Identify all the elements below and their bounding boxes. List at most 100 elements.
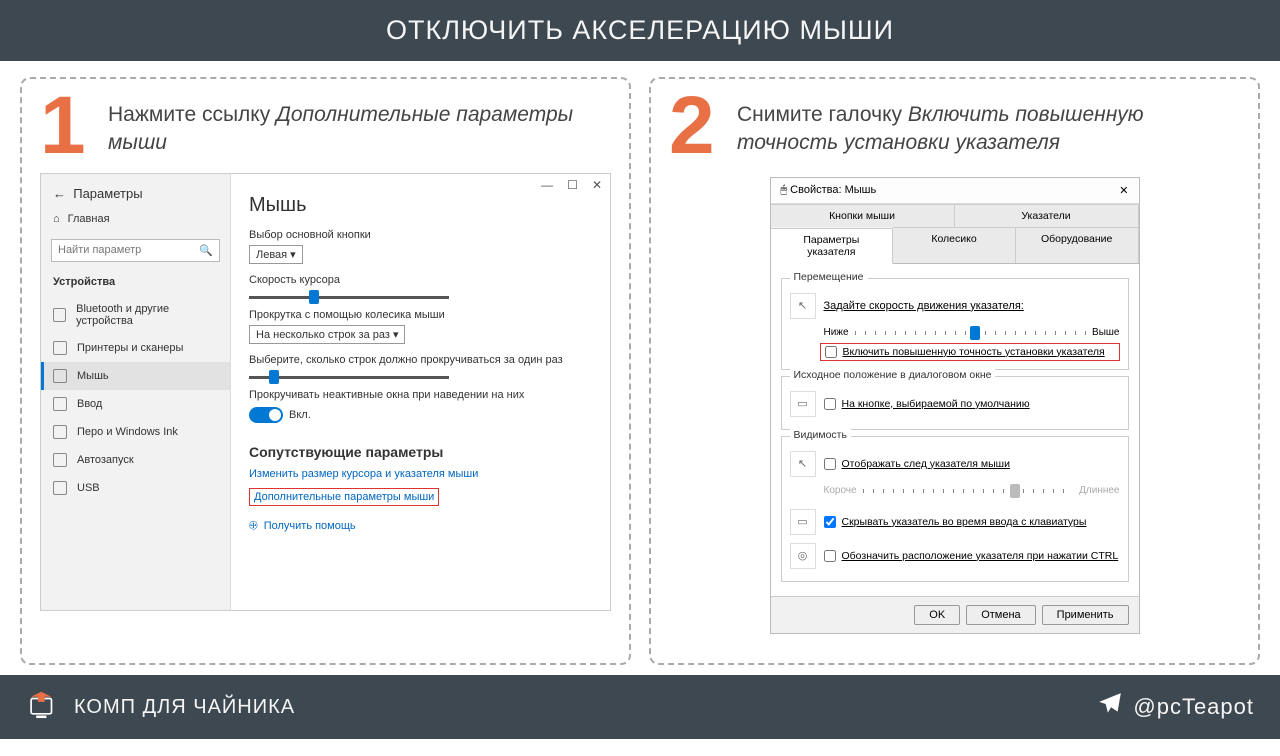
sidebar-label: Мышь bbox=[77, 370, 109, 382]
ok-button[interactable]: OK bbox=[914, 605, 960, 625]
maximize-icon[interactable]: ☐ bbox=[567, 178, 578, 192]
dialog-buttons: OK Отмена Применить bbox=[771, 596, 1139, 633]
sidebar-category: Устройства bbox=[41, 268, 230, 296]
trail-icon: ↖ bbox=[790, 451, 816, 477]
mouse-icon bbox=[53, 369, 67, 383]
help-link[interactable]: 🕀 Получить помощь bbox=[249, 520, 592, 533]
trail-short: Короче bbox=[824, 485, 857, 496]
search-input[interactable]: Найти параметр🔍 bbox=[51, 239, 220, 262]
sidebar-label: Bluetooth и другие устройства bbox=[76, 303, 218, 327]
autoplay-icon bbox=[53, 453, 67, 467]
group-snap-to: Исходное положение в диалоговом окне ▭ Н… bbox=[781, 376, 1129, 430]
sidebar-item-autoplay[interactable]: Автозапуск bbox=[41, 446, 230, 474]
footer-telegram[interactable]: @pcTeapot bbox=[1097, 691, 1254, 723]
printer-icon bbox=[53, 341, 67, 355]
tab-buttons[interactable]: Кнопки мыши bbox=[771, 204, 955, 227]
sidebar-item-mouse[interactable]: Мышь bbox=[41, 362, 230, 390]
primary-button-select[interactable]: Левая ▾ bbox=[249, 245, 303, 264]
link-additional-mouse-params[interactable]: Дополнительные параметры мыши bbox=[249, 488, 439, 506]
checkbox-label: Включить повышенную точность установки у… bbox=[843, 346, 1105, 358]
tab-hardware[interactable]: Оборудование bbox=[1016, 227, 1139, 263]
slider-low: Ниже bbox=[824, 327, 849, 338]
step-2-caption-plain: Снимите галочку bbox=[737, 103, 908, 126]
cancel-button[interactable]: Отмена bbox=[966, 605, 1035, 625]
sidebar-home[interactable]: ⌂ Главная bbox=[41, 205, 230, 233]
content: 1 Нажмите ссылку Дополнительные параметр… bbox=[0, 61, 1280, 665]
group-vis-title: Видимость bbox=[790, 429, 851, 441]
scroll-select[interactable]: На несколько строк за раз ▾ bbox=[249, 325, 405, 344]
help-icon: 🕀 bbox=[249, 520, 258, 533]
related-heading: Сопутствующие параметры bbox=[249, 444, 592, 460]
group-motion-title: Перемещение bbox=[790, 271, 868, 283]
close-icon[interactable]: ✕ bbox=[592, 178, 602, 192]
checkbox-snap-to[interactable]: На кнопке, выбираемой по умолчанию bbox=[824, 398, 1030, 410]
close-icon[interactable]: ✕ bbox=[1119, 184, 1128, 197]
checkbox-input[interactable] bbox=[824, 550, 836, 562]
back-button[interactable]: ← Параметры bbox=[41, 182, 230, 205]
lines-label: Выберите, сколько строк должно прокручив… bbox=[249, 354, 592, 366]
dialog-titlebar: 🖱 Свойства: Мышь ✕ bbox=[771, 178, 1139, 204]
page-title: ОТКЛЮЧИТЬ АКСЕЛЕРАЦИЮ МЫШИ bbox=[0, 0, 1280, 61]
tabs-row-2: Параметры указателя Колесико Оборудовани… bbox=[771, 227, 1139, 264]
step-2-panel: 2 Снимите галочку Включить повышенную то… bbox=[649, 77, 1260, 665]
step-1-number: 1 bbox=[40, 89, 96, 163]
sidebar-label: Автозапуск bbox=[77, 454, 134, 466]
toggle-state: Вкл. bbox=[289, 409, 311, 421]
app-title: Параметры bbox=[73, 186, 142, 201]
lines-slider[interactable] bbox=[249, 376, 449, 379]
checkbox-trail[interactable]: Отображать след указателя мыши bbox=[824, 458, 1010, 470]
dialog-title: Свойства: Мышь bbox=[790, 184, 876, 196]
sidebar-item-printers[interactable]: Принтеры и сканеры bbox=[41, 334, 230, 362]
sidebar-label: Ввод bbox=[77, 398, 102, 410]
tab-wheel[interactable]: Колесико bbox=[893, 227, 1016, 263]
pen-icon bbox=[53, 425, 67, 439]
checkbox-label: На кнопке, выбираемой по умолчанию bbox=[842, 398, 1030, 410]
tabs-row-1: Кнопки мыши Указатели bbox=[771, 204, 1139, 227]
sidebar-item-pen[interactable]: Перо и Windows Ink bbox=[41, 418, 230, 446]
sidebar-label: Перо и Windows Ink bbox=[77, 426, 178, 438]
sidebar-label: Принтеры и сканеры bbox=[77, 342, 183, 354]
sidebar-item-usb[interactable]: USB bbox=[41, 474, 230, 502]
snap-to-icon: ▭ bbox=[790, 391, 816, 417]
home-label: Главная bbox=[68, 213, 110, 225]
cursor-speed-slider[interactable] bbox=[249, 296, 449, 299]
toggle-switch-icon bbox=[249, 407, 283, 423]
minimize-icon[interactable]: — bbox=[541, 178, 553, 192]
sidebar-label: USB bbox=[77, 482, 100, 494]
footer-brand-text: КОМП ДЛЯ ЧАЙНИКА bbox=[74, 696, 295, 719]
link-cursor-size[interactable]: Изменить размер курсора и указателя мыши bbox=[249, 468, 592, 480]
checkbox-ctrl-locate[interactable]: Обозначить расположение указателя при на… bbox=[824, 550, 1119, 562]
group-snap-title: Исходное положение в диалоговом окне bbox=[790, 369, 996, 381]
keyboard-icon bbox=[53, 397, 67, 411]
step-1-caption-plain: Нажмите ссылку bbox=[108, 103, 276, 126]
help-label: Получить помощь bbox=[264, 520, 356, 532]
checkbox-hide-typing[interactable]: Скрывать указатель во время ввода с клав… bbox=[824, 516, 1087, 528]
speed-label: Задайте скорость движения указателя: bbox=[824, 300, 1024, 312]
checkbox-input[interactable] bbox=[824, 516, 836, 528]
sidebar-item-typing[interactable]: Ввод bbox=[41, 390, 230, 418]
step-1-panel: 1 Нажмите ссылку Дополнительные параметр… bbox=[20, 77, 631, 665]
home-icon: ⌂ bbox=[53, 213, 60, 225]
search-icon: 🔍 bbox=[199, 244, 213, 257]
scroll-label: Прокрутка с помощью колесика мыши bbox=[249, 309, 592, 321]
checkbox-input[interactable] bbox=[825, 346, 837, 358]
settings-sidebar: ← Параметры ⌂ Главная Найти параметр🔍 Уст… bbox=[41, 174, 231, 610]
step-1-header: 1 Нажмите ссылку Дополнительные параметр… bbox=[40, 89, 611, 173]
window-controls: — ☐ ✕ bbox=[541, 178, 602, 192]
footer-brand: КОМП ДЛЯ ЧАЙНИКА bbox=[26, 690, 295, 724]
footer: КОМП ДЛЯ ЧАЙНИКА @pcTeapot bbox=[0, 675, 1280, 739]
logo-icon bbox=[26, 690, 60, 724]
checkbox-input[interactable] bbox=[824, 458, 836, 470]
checkbox-enhance-precision[interactable]: Включить повышенную точность установки у… bbox=[820, 343, 1120, 361]
apply-button[interactable]: Применить bbox=[1042, 605, 1129, 625]
telegram-icon bbox=[1097, 691, 1123, 723]
usb-icon bbox=[53, 481, 67, 495]
tab-pointer-options[interactable]: Параметры указателя bbox=[771, 228, 894, 264]
settings-main: — ☐ ✕ Мышь Выбор основной кнопки Левая ▾… bbox=[231, 174, 610, 610]
inactive-toggle[interactable]: Вкл. bbox=[249, 407, 311, 423]
speed-slider[interactable] bbox=[855, 331, 1086, 335]
checkbox-input[interactable] bbox=[824, 398, 836, 410]
sidebar-item-bluetooth[interactable]: Bluetooth и другие устройства bbox=[41, 296, 230, 334]
tab-pointers[interactable]: Указатели bbox=[955, 204, 1139, 227]
checkbox-label: Обозначить расположение указателя при на… bbox=[842, 550, 1119, 562]
